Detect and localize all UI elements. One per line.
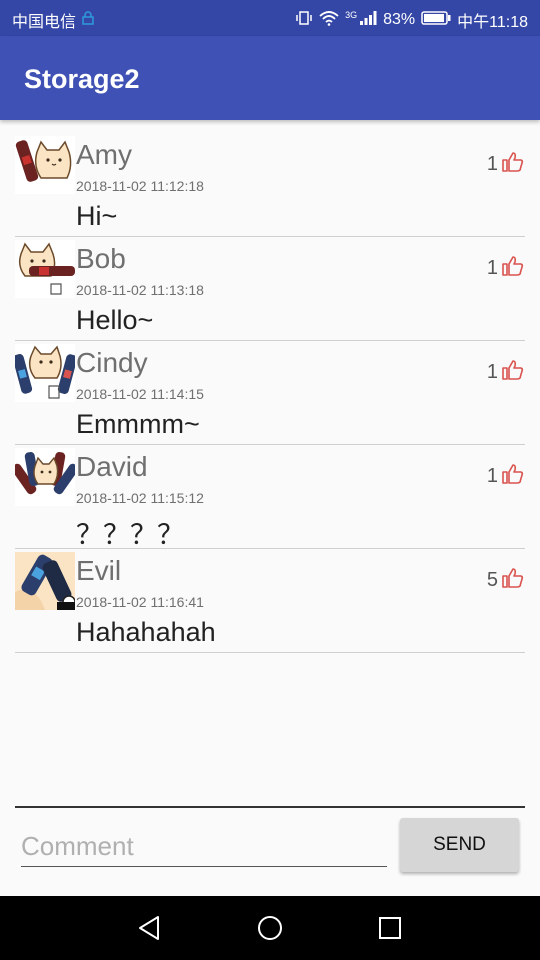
avatar-icon [15,240,75,298]
lock-icon [82,10,94,30]
thumbs-up-icon [501,150,525,179]
status-bar: 中国电信 3G 83% 中午11:18 [0,0,540,36]
comment-author: Amy [76,139,132,170]
thumbs-up-icon [501,358,525,387]
comment-item: Amy 2018-11-02 11:12:18 Hi~ 1 [15,133,525,237]
home-icon[interactable] [252,910,288,946]
like-count: 1 [486,361,498,383]
battery-icon [421,10,451,30]
comment-author: Evil [76,555,122,586]
comment-time: 2018-11-02 11:12:18 [76,178,204,194]
avatar-icon [15,136,75,194]
comment-message: Hahahahah [76,617,216,647]
wifi-icon [319,10,339,31]
avatar-icon [15,552,76,610]
like-count: 1 [486,465,498,487]
comment-message: ？？？？ [76,520,184,550]
comment-item: David 2018-11-02 11:15:12 ？？？？ 1 [11,445,525,550]
like-button[interactable]: 5 [487,566,525,595]
comment-message: Hello~ [76,305,154,335]
like-button[interactable]: 1 [487,462,525,491]
comment-item: Evil 2018-11-02 11:16:41 Hahahahah 5 [15,549,525,653]
avatar-icon [11,448,79,506]
comment-author: David [76,451,148,482]
recents-icon[interactable] [372,910,408,946]
clock: 中午11:18 [457,14,528,31]
comment-author: Bob [76,243,126,274]
comment-item: Bob 2018-11-02 11:13:18 Hello~ 1 [15,237,525,341]
comment-list[interactable]: Amy 2018-11-02 11:12:18 Hi~ 1 Bob 2018-1… [11,133,525,653]
like-button[interactable]: 1 [487,358,525,387]
vibrate-icon [295,10,313,31]
app-title: Storage2 [24,64,140,94]
like-count: 1 [486,257,498,279]
like-button[interactable]: 1 [487,254,525,283]
composer-divider [15,806,525,808]
comment-item: Cindy 2018-11-02 11:14:15 Emmmm~ 1 [12,341,525,445]
thumbs-up-icon [501,566,525,595]
avatar-icon [12,344,78,402]
network-type: 3G [345,10,358,20]
thumbs-up-icon [501,254,525,283]
comment-time: 2018-11-02 11:14:15 [76,386,204,402]
comment-time: 2018-11-02 11:15:12 [76,490,204,506]
signal-icon [359,10,377,31]
thumbs-up-icon [501,462,525,491]
navigation-bar [0,896,540,960]
comment-input[interactable] [21,826,387,867]
battery-percent: 83% [383,11,416,28]
like-count: 5 [486,569,498,591]
comment-message: Emmmm~ [76,409,200,439]
like-count: 1 [486,153,498,175]
comment-author: Cindy [76,347,148,378]
comment-time: 2018-11-02 11:13:18 [76,282,204,298]
comment-message: Hi~ [76,201,118,231]
comment-time: 2018-11-02 11:16:41 [76,594,204,610]
app-bar: Storage2 [0,36,540,120]
carrier-label: 中国电信 [12,14,77,31]
back-icon[interactable] [132,910,168,946]
like-button[interactable]: 1 [487,150,525,179]
send-button[interactable]: SEND [400,818,519,872]
